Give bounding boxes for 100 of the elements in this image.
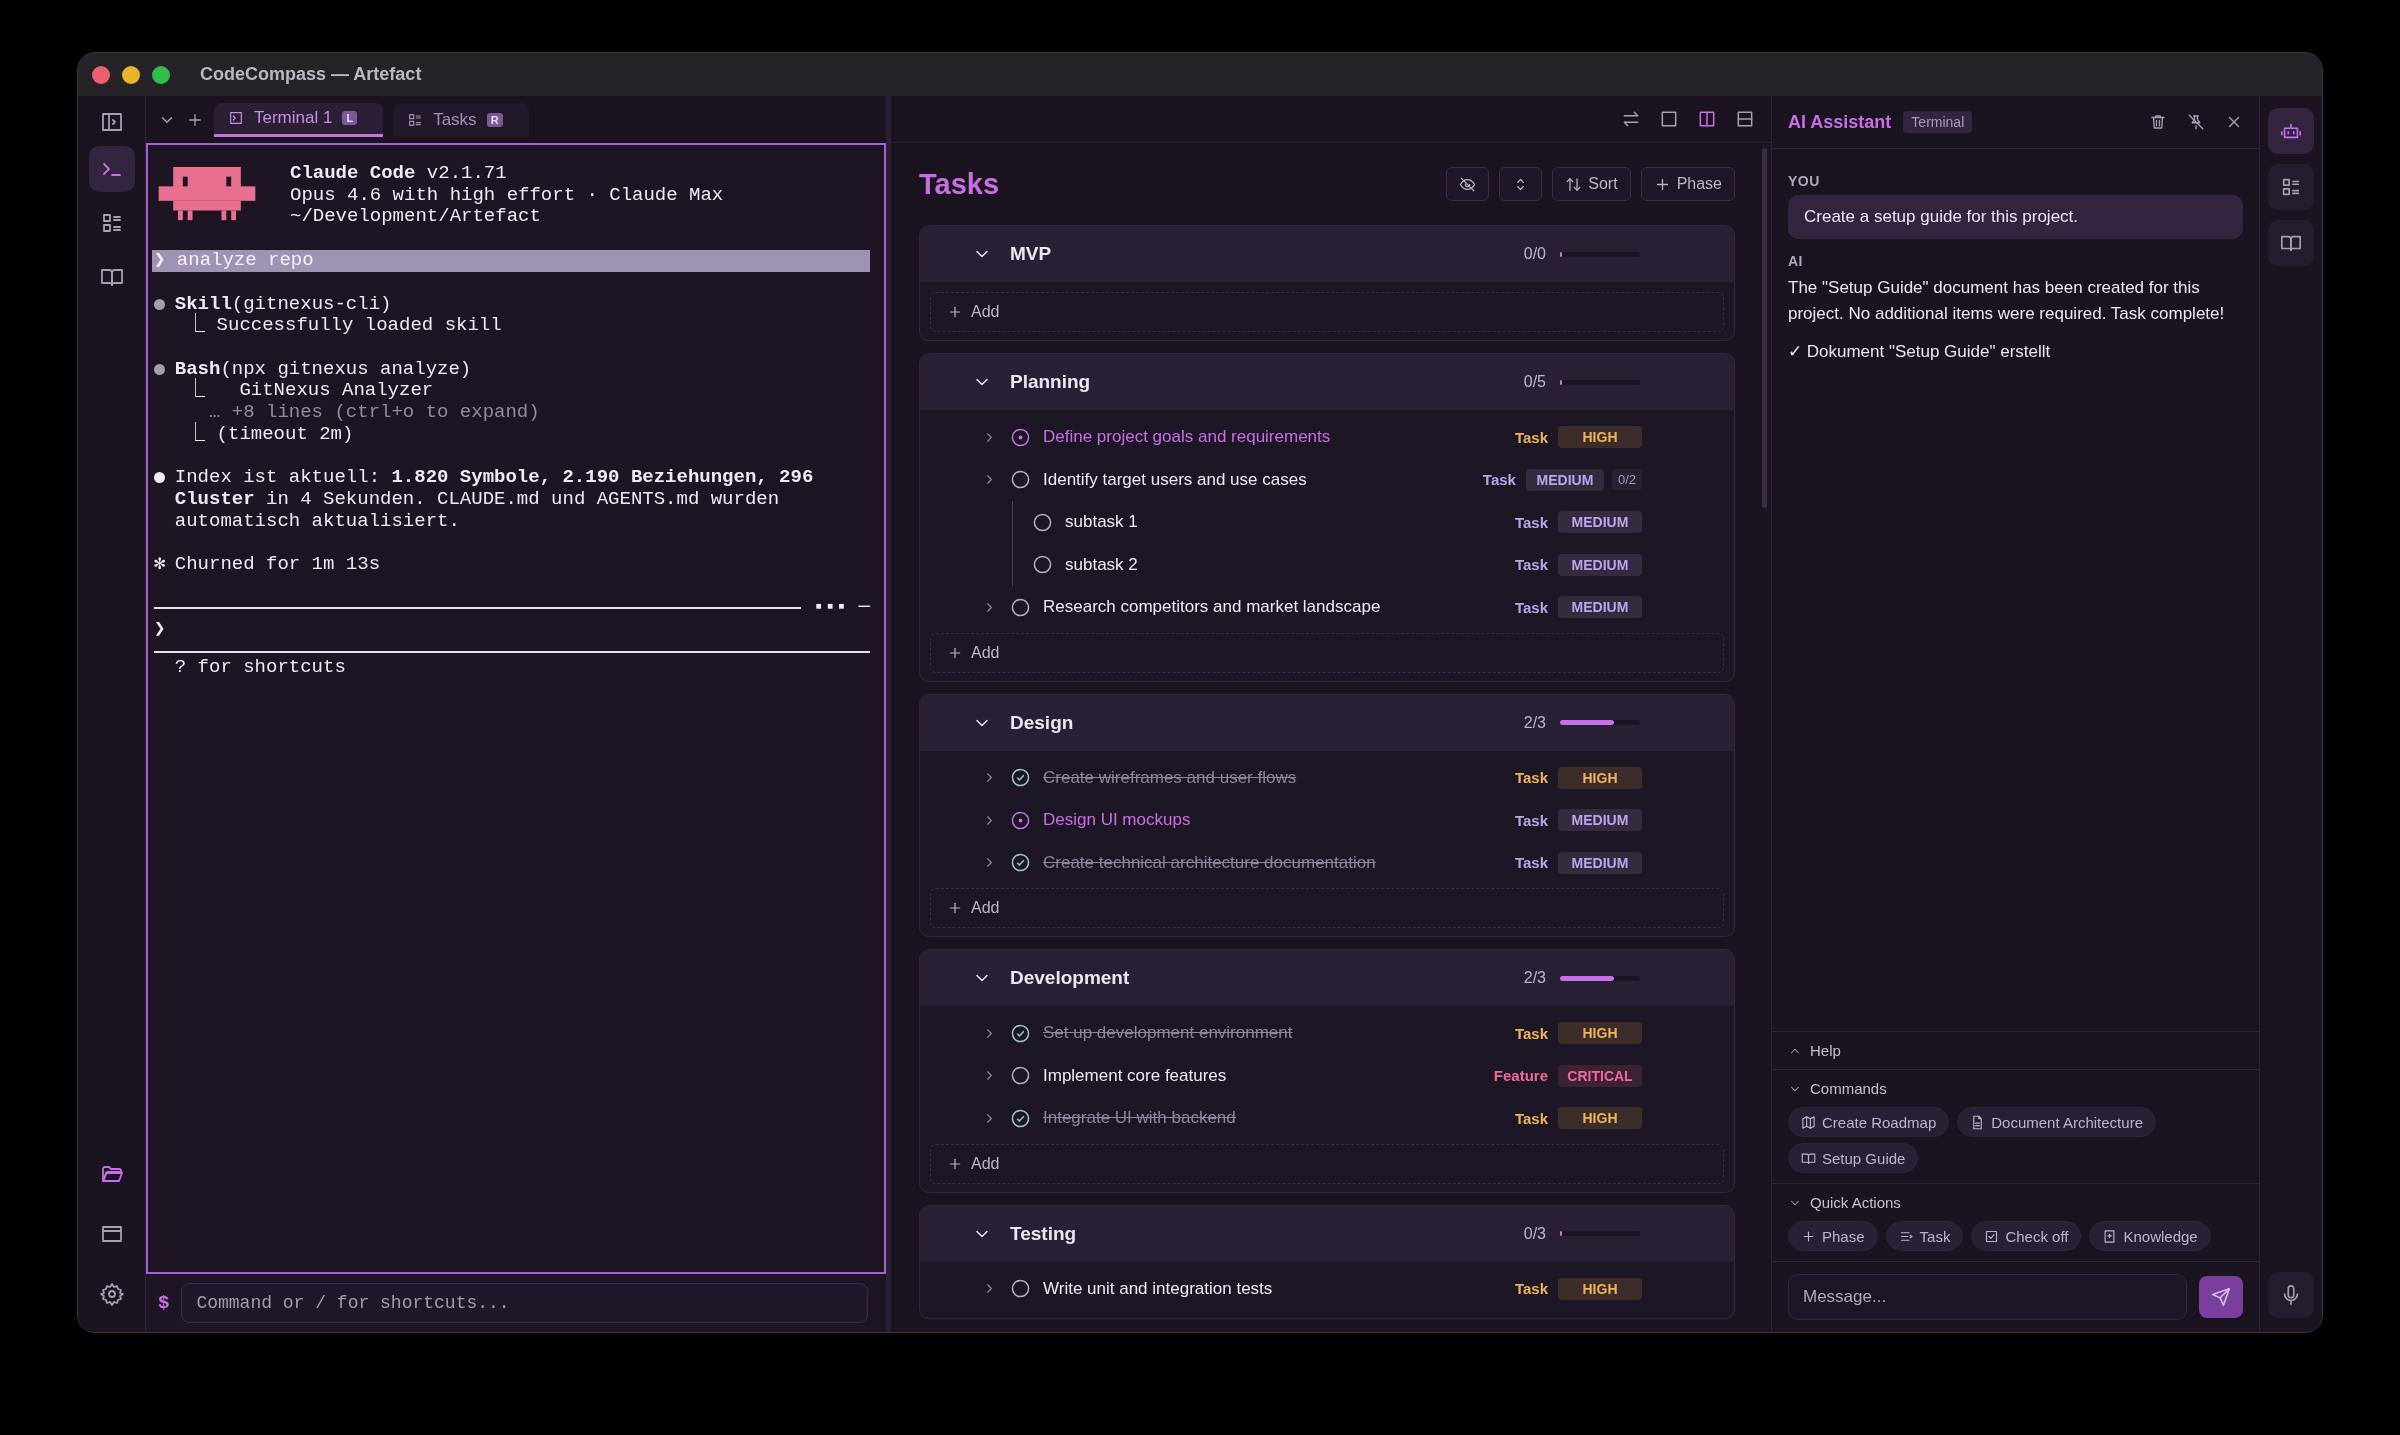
plus-icon xyxy=(947,900,963,916)
status-circle-icon[interactable] xyxy=(1011,1279,1030,1299)
tab-label: Terminal 1 xyxy=(254,108,333,128)
shortcut-hint: ? for shortcuts xyxy=(173,656,347,679)
add-task-button[interactable]: Add xyxy=(930,632,1724,673)
sidebar-toggle-icon[interactable] xyxy=(99,110,124,134)
priority-tag: MEDIUM xyxy=(1558,511,1642,534)
plus-icon xyxy=(947,304,963,320)
output-line: ⎿ (timeout 2m) xyxy=(185,423,355,446)
priority-tag: CRITICAL xyxy=(1558,1064,1642,1087)
toolbar-button[interactable]: Sort xyxy=(1552,167,1631,201)
add-task-button[interactable]: Add xyxy=(930,292,1724,332)
message-field[interactable]: Message... xyxy=(1788,1274,2187,1320)
zoom-window-button[interactable] xyxy=(152,65,170,84)
task-type: Task xyxy=(1514,811,1548,829)
rail-button[interactable] xyxy=(88,146,135,192)
rail-button[interactable] xyxy=(2268,108,2314,154)
action-chip[interactable]: Task xyxy=(1885,1221,1964,1251)
assistant-title: AI Assistant xyxy=(1788,111,1892,133)
send-icon xyxy=(2211,1287,2231,1307)
spinner-glyph: ✻ xyxy=(154,553,166,576)
task-title[interactable]: Create wireframes and user flows xyxy=(1043,767,1515,788)
action-chip[interactable]: Setup Guide xyxy=(1788,1143,1919,1173)
book-plus-icon xyxy=(2102,1228,2118,1244)
task-type: Task xyxy=(1514,1024,1548,1042)
status-circle-icon[interactable] xyxy=(1033,555,1052,575)
section-label[interactable]: Quick Actions xyxy=(1810,1194,1901,1211)
scrollbar[interactable] xyxy=(1762,148,1767,508)
task-title[interactable]: Set up development environment xyxy=(1043,1023,1515,1044)
swap-icon[interactable] xyxy=(1621,109,1641,129)
status-circle-icon[interactable] xyxy=(1033,512,1052,532)
settings-icon[interactable] xyxy=(99,1282,124,1306)
section-label[interactable]: Help xyxy=(1810,1042,1841,1059)
task-title[interactable]: subtask 2 xyxy=(1065,554,1515,575)
message-author: YOU xyxy=(1788,173,1821,189)
assistant-message: The "Setup Guide" document has been created for this project. No additional items were required. Task complete! xyxy=(1788,277,2226,325)
add-task-button[interactable]: Add xyxy=(930,888,1724,928)
toolbar-button[interactable]: Phase xyxy=(1640,167,1735,201)
rows-pane-icon[interactable] xyxy=(1735,109,1755,129)
list-icon xyxy=(2280,176,2302,198)
priority-tag: HIGH xyxy=(1558,426,1642,449)
priority-tag: MEDIUM xyxy=(1558,553,1642,576)
list-icon xyxy=(407,111,424,128)
add-task-button[interactable]: Add xyxy=(930,1143,1724,1184)
send-button[interactable] xyxy=(2199,1276,2243,1318)
task-type: Task xyxy=(1482,471,1516,489)
command-field[interactable]: Command or / for shortcuts... xyxy=(181,1283,868,1323)
priority-tag: MEDIUM xyxy=(1525,468,1604,491)
action-chip[interactable]: Check off xyxy=(1971,1221,2082,1251)
microphone-button[interactable] xyxy=(2268,1272,2314,1318)
task-type: Task xyxy=(1514,1280,1548,1298)
checkbox-icon xyxy=(1984,1228,2000,1244)
task-title[interactable]: Implement core features xyxy=(1043,1065,1494,1086)
phase-count: 2/3 xyxy=(1523,713,1546,732)
tab[interactable]: Terminal 1 L xyxy=(214,102,384,137)
status-circle-icon[interactable] xyxy=(1011,427,1030,447)
output-line: ⎿ Successfully loaded skill xyxy=(185,315,503,337)
task-type: Task xyxy=(1514,513,1548,531)
status-circle-icon[interactable] xyxy=(1011,768,1030,788)
trash-icon[interactable] xyxy=(2149,113,2167,131)
section-label[interactable]: Commands xyxy=(1810,1080,1887,1097)
action-chip[interactable]: Document Architecture xyxy=(1957,1107,2156,1137)
priority-tag: HIGH xyxy=(1558,1107,1642,1130)
task-title[interactable]: Write unit and integration tests xyxy=(1043,1278,1515,1299)
output-line: Skill(gitnexus-cli) xyxy=(174,293,393,315)
action-chip[interactable]: Knowledge xyxy=(2089,1221,2211,1251)
window-title: CodeCompass — Artefact xyxy=(200,64,422,85)
task-title[interactable]: Integrate UI with backend xyxy=(1043,1108,1515,1129)
icon-button[interactable] xyxy=(1446,167,1490,201)
pin-off-icon[interactable] xyxy=(2187,113,2205,131)
status-circle-icon[interactable] xyxy=(1011,470,1030,490)
task-title[interactable]: subtask 1 xyxy=(1065,512,1515,533)
status-circle-icon[interactable] xyxy=(1011,1108,1030,1128)
task-type: Task xyxy=(1514,769,1548,787)
minimize-window-button[interactable] xyxy=(122,65,140,84)
shell-prompt-sign: $ xyxy=(158,1292,170,1314)
rule-marker: ▪▪▪ ─ xyxy=(813,597,870,619)
split-pane-icon[interactable] xyxy=(1697,109,1717,129)
rail-button[interactable] xyxy=(2268,220,2314,266)
status-circle-icon[interactable] xyxy=(1011,597,1030,617)
phase-count: 0/3 xyxy=(1523,1224,1546,1243)
phase-name: Testing xyxy=(1010,1222,1078,1245)
status-circle-icon[interactable] xyxy=(1011,853,1030,873)
single-pane-icon[interactable] xyxy=(1659,109,1679,129)
task-title[interactable]: Identify target users and use cases xyxy=(1043,469,1483,490)
status-circle-icon[interactable] xyxy=(1011,1066,1030,1086)
phase-name: Development xyxy=(1010,967,1131,989)
rail-button[interactable] xyxy=(2268,164,2314,210)
input-caret: ❯ xyxy=(153,618,167,641)
status-circle-icon[interactable] xyxy=(1011,810,1030,830)
task-title[interactable]: Design UI mockups xyxy=(1043,810,1515,831)
action-chip[interactable]: Phase xyxy=(1788,1221,1878,1251)
task-title[interactable]: Create technical architecture documentation xyxy=(1043,852,1515,873)
task-title[interactable]: Define project goals and requirements xyxy=(1043,427,1515,448)
task-title[interactable]: Research competitors and market landscape xyxy=(1043,597,1515,618)
close-window-button[interactable] xyxy=(92,65,110,84)
action-chip[interactable]: Create Roadmap xyxy=(1788,1107,1950,1137)
terminal-icon xyxy=(228,110,244,126)
tab[interactable]: Tasks R xyxy=(393,102,529,137)
status-circle-icon[interactable] xyxy=(1011,1023,1030,1043)
